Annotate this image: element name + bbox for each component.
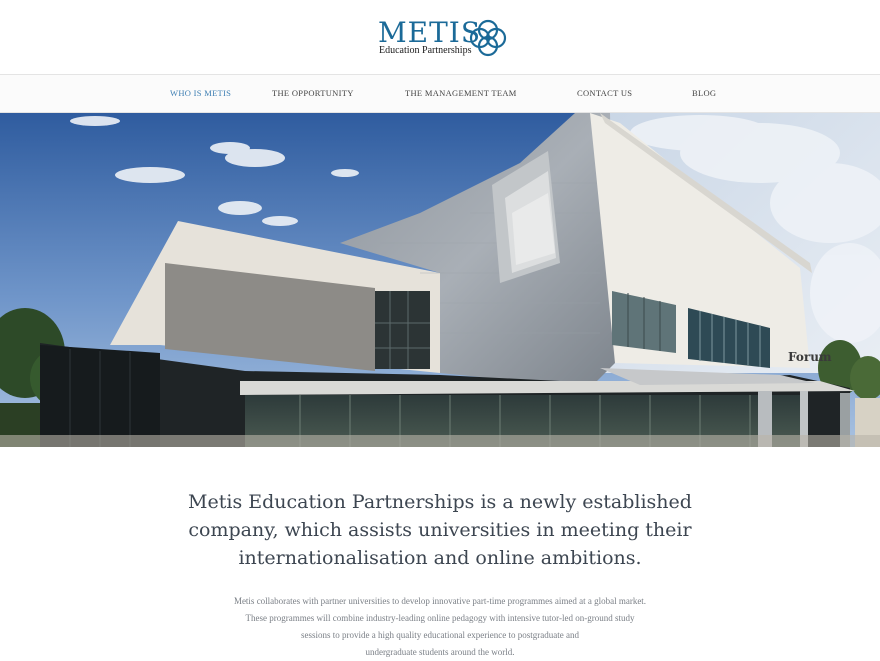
body-line: sessions to provide a high quality educa… (301, 630, 579, 640)
nav-the-management-team[interactable]: THE MANAGEMENT TEAM (405, 88, 517, 98)
nav-blog[interactable]: BLOG (692, 88, 716, 98)
hero-image: Forum (0, 113, 880, 447)
headline-line: Metis Education Partnerships is a newly … (188, 491, 692, 513)
headline-line: company, which assists universities in m… (188, 519, 692, 541)
building-sign: Forum (788, 350, 832, 364)
body-line: These programmes will combine industry-l… (245, 613, 635, 623)
body-line: undergraduate students around the world. (365, 647, 515, 657)
main-nav: WHO IS METIS THE OPPORTUNITY THE MANAGEM… (0, 74, 880, 113)
interlocking-circles-icon (469, 19, 507, 57)
headline-line: internationalisation and online ambition… (238, 547, 642, 569)
site-header: METIS Education Partnerships (0, 0, 880, 74)
nav-who-is-metis[interactable]: WHO IS METIS (170, 88, 231, 98)
logo-tagline: Education Partnerships (379, 45, 472, 56)
building-photo: Forum (0, 113, 880, 447)
nav-the-opportunity[interactable]: THE OPPORTUNITY (272, 88, 354, 98)
intro-body: Metis collaborates with partner universi… (180, 593, 700, 661)
nav-contact-us[interactable]: CONTACT US (577, 88, 632, 98)
body-line: Metis collaborates with partner universi… (233, 596, 647, 606)
intro-headline: Metis Education Partnerships is a newly … (140, 488, 740, 572)
site-logo[interactable]: METIS Education Partnerships (378, 16, 510, 60)
